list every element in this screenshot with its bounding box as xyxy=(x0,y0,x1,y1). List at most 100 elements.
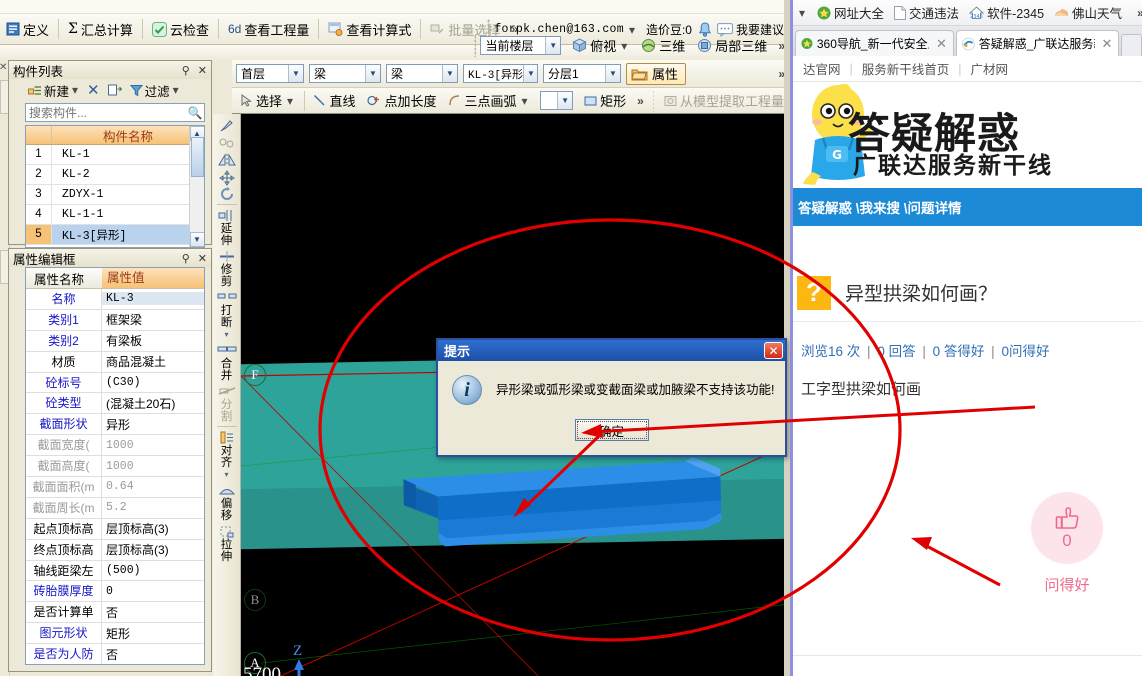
tool-extend[interactable]: 延伸 xyxy=(214,207,240,248)
scroll-down-icon[interactable]: ▼ xyxy=(189,232,204,247)
toolbar-button-local-3d[interactable]: 局部三维 xyxy=(691,33,773,58)
property-value[interactable]: 商品混凝土 xyxy=(102,353,204,370)
tool-trim[interactable]: 修剪 xyxy=(214,248,240,289)
property-value[interactable]: 1000 xyxy=(102,439,204,452)
table-row[interactable]: 2 KL-2 xyxy=(26,165,204,185)
new-tab-button[interactable] xyxy=(1121,34,1142,56)
property-row[interactable]: 是否为人防 否 xyxy=(26,644,204,664)
tool-move[interactable] xyxy=(214,168,240,186)
properties-button[interactable]: 属性 xyxy=(626,62,687,85)
draw-tool-three-point-arc[interactable]: 三点画弧 ▾ xyxy=(442,88,535,113)
tool-break[interactable]: 打断 ▾ xyxy=(214,289,240,342)
chevron-down-icon[interactable]: ▾ xyxy=(172,83,180,97)
property-value[interactable]: 层顶标高(3) xyxy=(102,541,204,558)
property-row[interactable]: 砖胎膜厚度 0 xyxy=(26,581,204,603)
draw-combo[interactable]: ▼ xyxy=(539,91,574,110)
type-select[interactable]: 梁 ▼ xyxy=(386,64,458,83)
tool-offset[interactable]: 偏移 xyxy=(214,482,240,523)
property-row[interactable]: 截面宽度( 1000 xyxy=(26,435,204,457)
table-row[interactable]: 4 KL-1-1 xyxy=(26,205,204,225)
pin-icon[interactable]: ⚲ xyxy=(178,252,194,265)
i-beam-geometry[interactable] xyxy=(385,450,732,557)
axis-bubble-F[interactable]: F xyxy=(244,364,266,386)
property-value[interactable]: 5.2 xyxy=(102,501,204,514)
browser-tab-0[interactable]: 360导航_新一代安全上 ✕ xyxy=(795,30,954,56)
chevron-down-icon[interactable]: ▾ xyxy=(619,39,629,53)
property-value[interactable]: 0.64 xyxy=(102,480,204,493)
property-value[interactable]: 异形 xyxy=(102,416,204,433)
prompt-dialog[interactable]: 提示 ✕ i 异形梁或弧形梁或变截面梁或加腋梁不支持该功能! 确定 xyxy=(436,338,787,457)
component-search[interactable]: 🔍 xyxy=(25,103,205,122)
table-row[interactable]: 1 KL-1 xyxy=(26,145,204,165)
close-icon[interactable]: ✕ xyxy=(0,62,7,73)
property-row[interactable]: 是否计算单 否 xyxy=(26,602,204,624)
close-icon[interactable]: ✕ xyxy=(933,36,950,52)
tool-split[interactable]: 分割 xyxy=(214,383,240,424)
table-row[interactable]: 5 KL-3[异形] xyxy=(26,225,204,245)
property-value[interactable]: 否 xyxy=(102,604,204,621)
tool-copy-dot[interactable] xyxy=(214,134,240,151)
ok-button[interactable]: 确定 xyxy=(574,419,649,441)
property-value[interactable]: 框架梁 xyxy=(102,311,204,328)
draw-tool-select[interactable]: 选择 ▾ xyxy=(234,88,301,113)
vote-button[interactable]: 0 xyxy=(1031,492,1103,564)
bookmarks-overflow[interactable]: » xyxy=(1132,6,1142,20)
property-value[interactable]: (C30) xyxy=(102,376,204,389)
property-row[interactable]: 终点顶标高 层顶标高(3) xyxy=(26,539,204,561)
close-icon[interactable]: ✕ xyxy=(194,252,211,265)
property-value[interactable]: 有梁板 xyxy=(102,332,204,349)
draw-toolbar-overflow[interactable]: » xyxy=(632,94,649,108)
copy-component-button[interactable] xyxy=(105,83,125,98)
components-scrollbar[interactable]: ▲ ▼ xyxy=(189,126,204,247)
chevron-down-icon[interactable]: ▾ xyxy=(520,94,530,108)
close-icon[interactable]: ✕ xyxy=(764,342,783,359)
property-value[interactable]: (混凝土20石) xyxy=(102,395,204,412)
chevron-down-icon[interactable]: ▾ xyxy=(71,83,79,97)
property-row[interactable]: 截面形状 异形 xyxy=(26,414,204,436)
chevron-down-icon[interactable]: ▾ xyxy=(224,469,228,481)
table-row[interactable]: 3 ZDYX-1 xyxy=(26,185,204,205)
bookmark-item-1[interactable]: 交通违法 xyxy=(894,3,959,22)
property-row[interactable]: 图元形状 矩形 xyxy=(26,623,204,645)
toolbar-button-summary-calc[interactable]: Σ 汇总计算 xyxy=(62,17,139,42)
property-row[interactable]: 起点顶标高 层顶标高(3) xyxy=(26,518,204,540)
floor-select[interactable]: 首层 ▼ xyxy=(236,64,304,83)
property-value[interactable]: 矩形 xyxy=(102,625,204,642)
tool-align[interactable]: 对齐 ▾ xyxy=(214,429,240,482)
bookmark-item-2[interactable]: 2345 软件-2345 xyxy=(969,3,1044,22)
property-value[interactable]: (500) xyxy=(102,564,204,577)
toolbar-button-define[interactable]: 定义 xyxy=(0,17,55,42)
property-row[interactable]: 砼标号 (C30) xyxy=(26,372,204,394)
tool-mirror[interactable] xyxy=(214,151,240,168)
toolbar-button-3d[interactable]: 三维 xyxy=(635,33,691,58)
vote-widget[interactable]: 0 问得好 xyxy=(1031,492,1103,595)
toolbar-button-top-view[interactable]: 俯视 ▾ xyxy=(566,33,635,58)
floor-scope-select[interactable]: 当前楼层 ▼ xyxy=(480,36,562,55)
property-value[interactable]: 层顶标高(3) xyxy=(102,520,204,537)
chevron-down-icon[interactable]: ▾ xyxy=(797,6,807,20)
property-value[interactable]: 0 xyxy=(102,585,204,598)
property-value[interactable]: KL-3 xyxy=(102,292,204,306)
draw-tool-point-add-length[interactable]: 点加长度 xyxy=(361,88,442,113)
search-icon[interactable]: 🔍 xyxy=(186,106,204,120)
property-row[interactable]: 类别1 框架梁 xyxy=(26,309,204,331)
new-component-button[interactable]: 新建 ▾ xyxy=(25,80,82,101)
properties-grid[interactable]: 属性名称 属性值 名称 KL-3 类别1 框架梁 类别2 有梁板 材质 商品混凝… xyxy=(25,267,205,665)
tool-merge[interactable]: 合并 xyxy=(214,342,240,383)
site-nav-item-0[interactable]: 达官网 xyxy=(795,59,849,78)
site-nav-item-1[interactable]: 服务新干线首页 xyxy=(854,59,958,78)
axis-bubble-B[interactable]: B xyxy=(244,589,266,611)
property-row[interactable]: 轴线距梁左 (500) xyxy=(26,560,204,582)
toolbar-button-view-quantity[interactable]: 6d 查看工程量 xyxy=(222,17,315,42)
layer-select[interactable]: 分层1 ▼ xyxy=(543,64,621,83)
chevron-down-icon[interactable]: ▾ xyxy=(224,329,228,341)
pin-icon[interactable]: ⚲ xyxy=(178,64,194,77)
property-row[interactable]: 名称 KL-3 xyxy=(26,289,204,310)
property-row[interactable]: 截面周长(m 5.2 xyxy=(26,497,204,519)
property-row[interactable]: 截面高度( 1000 xyxy=(26,456,204,478)
site-nav-item-2[interactable]: 广材网 xyxy=(963,59,1017,78)
property-row[interactable]: 砼类型 (混凝土20石) xyxy=(26,393,204,415)
draw-tool-rectangle[interactable]: 矩形 xyxy=(578,88,632,113)
scroll-thumb[interactable] xyxy=(190,136,204,177)
close-icon[interactable]: ✕ xyxy=(194,64,211,77)
